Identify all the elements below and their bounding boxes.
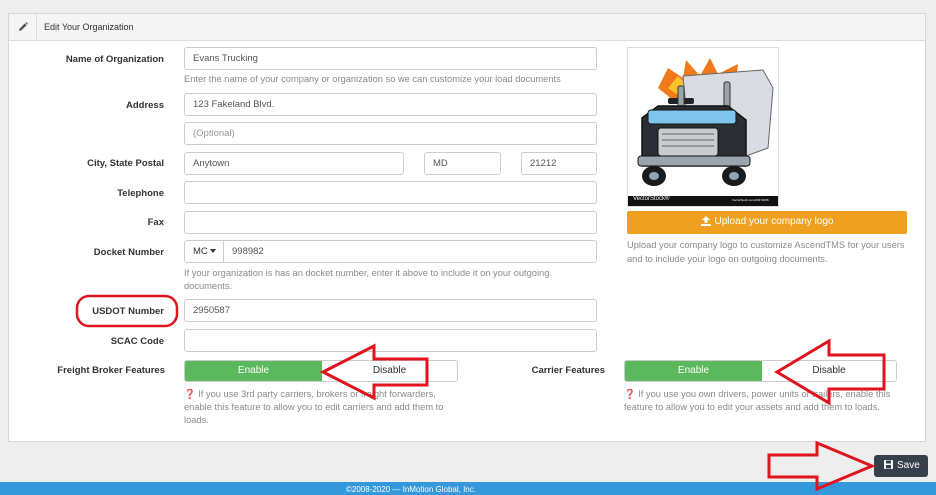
upload-icon	[700, 216, 711, 226]
pencil-icon	[19, 22, 28, 31]
panel-title: Edit Your Organization	[44, 22, 134, 32]
carrier-features-help: ❓ If you use you own drivers, power unit…	[624, 388, 909, 414]
docket-number-input[interactable]: 998982	[223, 240, 597, 263]
carrier-help-text: If you use you own drivers, power units …	[624, 389, 891, 412]
freight-broker-label: Freight Broker Features	[57, 365, 165, 376]
footer-bar: ©2008-2020 — InMotion Global, Inc.	[0, 482, 936, 495]
org-name-label: Name of Organization	[65, 54, 164, 65]
fax-label: Fax	[147, 217, 164, 228]
freight-broker-help: ❓ If you use 3rd party carriers, brokers…	[184, 388, 464, 427]
freight-broker-help-text: If you use 3rd party carriers, brokers o…	[184, 389, 444, 425]
scac-label: SCAC Code	[110, 336, 164, 347]
city-state-postal-label: City, State Postal	[87, 158, 164, 169]
freight-broker-toggle: Enable Disable	[184, 360, 458, 382]
logo-watermark-left: VectorStock®	[633, 196, 670, 202]
question-circle-icon: ❓	[624, 389, 636, 399]
postal-input[interactable]: 21212	[521, 152, 597, 175]
carrier-features-label: Carrier Features	[531, 365, 605, 376]
panel-header: Edit Your Organization	[9, 14, 925, 41]
footer-copyright: ©2008-2020 — InMotion Global, Inc.	[346, 485, 476, 494]
org-name-help: Enter the name of your company or organi…	[184, 74, 561, 84]
company-logo-image: VectorStock® VectorStock.com/20470256	[627, 47, 779, 207]
truck-logo-graphic	[628, 58, 778, 206]
caret-down-icon	[209, 249, 216, 254]
save-label: Save	[897, 460, 920, 471]
telephone-label: Telephone	[117, 188, 164, 199]
fax-input[interactable]	[184, 211, 597, 234]
carrier-disable-button[interactable]: Disable	[762, 361, 896, 381]
usdot-label: USDOT Number	[92, 306, 164, 317]
carrier-enable-button[interactable]: Enable	[625, 361, 762, 381]
freight-broker-enable-button[interactable]: Enable	[185, 361, 322, 381]
header-divider	[36, 14, 37, 41]
docket-type-dropdown[interactable]: MC	[184, 240, 224, 263]
state-input[interactable]: MD	[424, 152, 501, 175]
address-line2-input[interactable]: (Optional)	[184, 122, 597, 145]
docket-help: If your organization is has an docket nu…	[184, 268, 550, 291]
scac-input[interactable]	[184, 329, 597, 352]
logo-help: Upload your company logo to customize As…	[627, 240, 905, 264]
upload-logo-label: Upload your company logo	[714, 216, 834, 227]
docket-label: Docket Number	[93, 247, 164, 258]
city-input[interactable]: Anytown	[184, 152, 404, 175]
usdot-input[interactable]: 2950587	[184, 299, 597, 322]
freight-broker-disable-button[interactable]: Disable	[322, 361, 457, 381]
logo-watermark-right: VectorStock.com/20470256	[732, 198, 769, 202]
upload-logo-button[interactable]: Upload your company logo	[627, 211, 907, 234]
address-line1-input[interactable]: 123 Fakeland Blvd.	[184, 93, 597, 116]
org-name-input[interactable]: Evans Trucking	[184, 47, 597, 70]
floppy-disk-icon	[884, 460, 893, 469]
telephone-input[interactable]	[184, 181, 597, 204]
save-button[interactable]: Save	[874, 455, 928, 477]
question-circle-icon: ❓	[184, 389, 196, 399]
docket-type-value: MC	[193, 246, 208, 257]
address-label: Address	[125, 100, 164, 111]
carrier-features-toggle: Enable Disable	[624, 360, 897, 382]
